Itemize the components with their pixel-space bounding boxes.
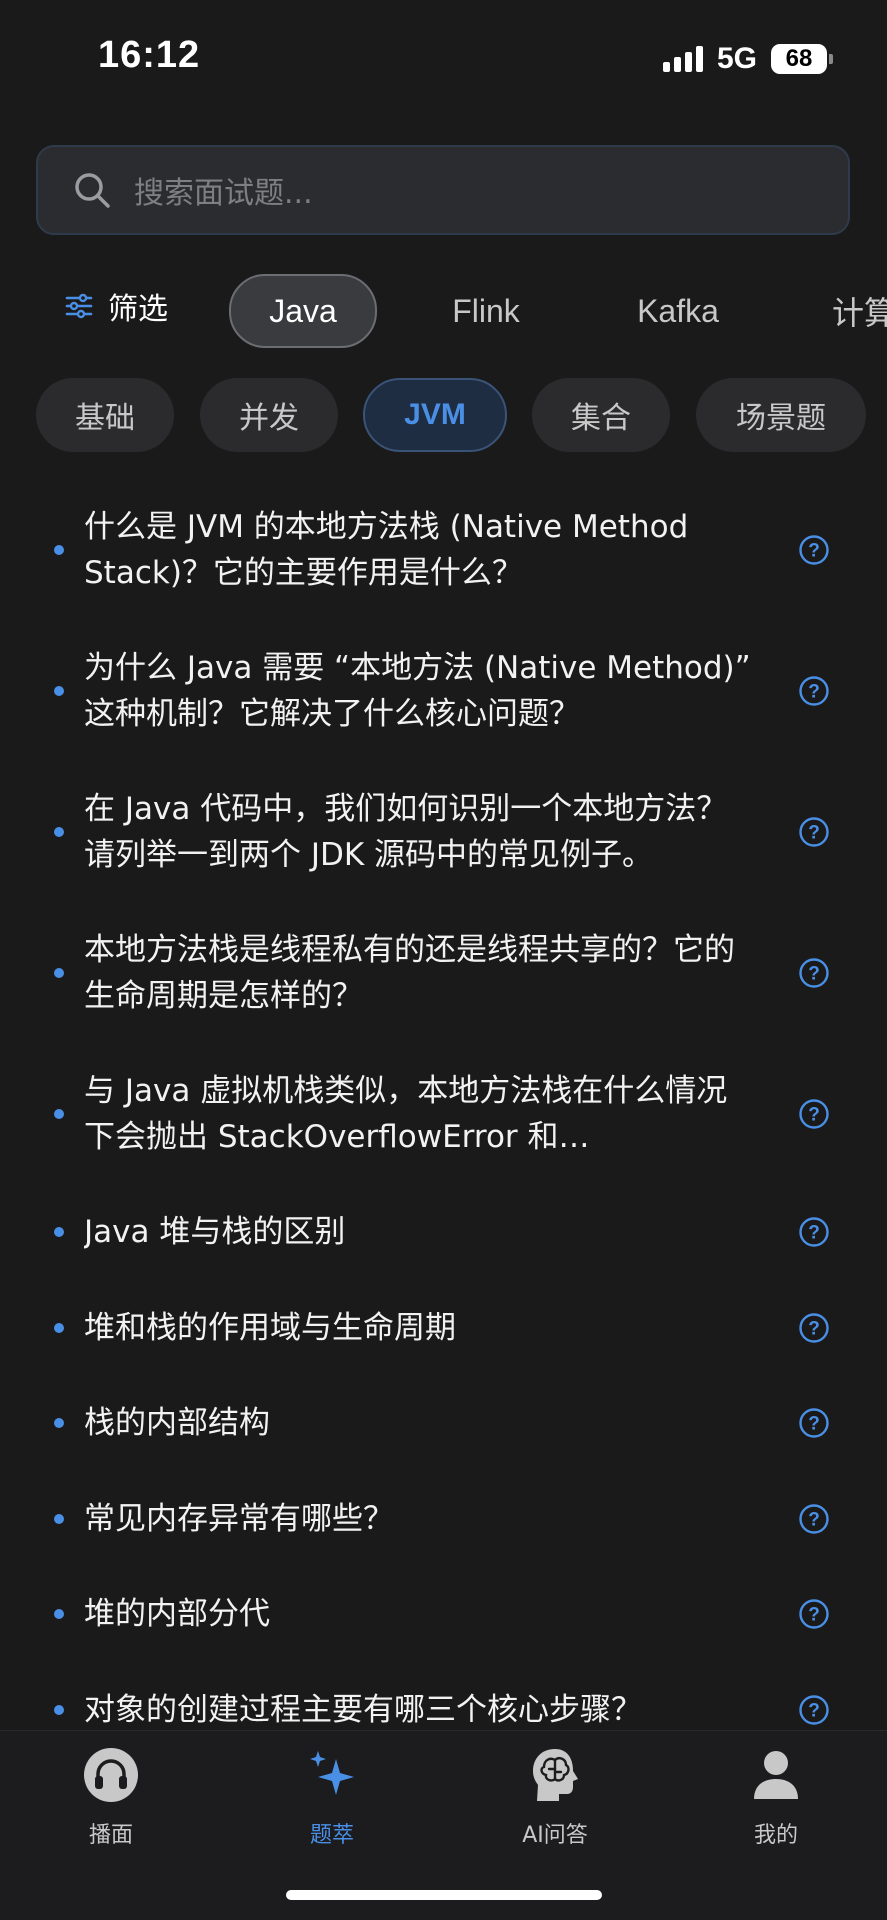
svg-text:?: ? xyxy=(808,1605,820,1626)
home-indicator[interactable] xyxy=(286,1890,602,1900)
subtab-concurrency[interactable]: 并发 xyxy=(200,378,338,452)
battery-icon: 68 xyxy=(771,44,833,74)
help-icon[interactable]: ? xyxy=(798,534,830,566)
nav-item-mine[interactable]: 我的 xyxy=(706,1745,846,1849)
bullet-dot xyxy=(54,1227,64,1237)
network-type: 5G xyxy=(716,42,757,75)
question-text: 对象的创建过程主要有哪三个核心步骤？ xyxy=(84,1692,642,1728)
nav-item-ticui[interactable]: 题萃 xyxy=(262,1745,402,1849)
question-text: 本地方法栈是线程私有的还是线程共享的？它的生命周期是怎样的？ xyxy=(84,932,735,1014)
bullet-dot xyxy=(54,686,64,696)
app-screen: 16:12 5G 68 搜索面试题... 筛选 Java Flink Kafka… xyxy=(0,0,887,1920)
filter-icon xyxy=(65,293,93,319)
bullet-dot xyxy=(54,968,64,978)
question-item[interactable]: 在 Java 代码中，我们如何识别一个本地方法？请列举一到两个 JDK 源码中的… xyxy=(0,786,887,878)
status-time: 16:12 xyxy=(98,34,201,76)
bullet-dot xyxy=(54,1323,64,1333)
svg-text:?: ? xyxy=(808,1510,820,1531)
bullet-dot xyxy=(54,1609,64,1619)
svg-text:?: ? xyxy=(808,1701,820,1722)
filter-label: 筛选 xyxy=(108,292,168,327)
question-text: 堆的内部分代 xyxy=(84,1596,270,1632)
help-icon[interactable]: ? xyxy=(798,675,830,707)
svg-text:?: ? xyxy=(808,1105,820,1126)
person-icon xyxy=(754,1751,798,1799)
help-icon[interactable]: ? xyxy=(798,1407,830,1439)
subcategory-tabs: 基础 并发 JVM 集合 场景题 xyxy=(0,378,887,454)
svg-text:?: ? xyxy=(808,1319,820,1340)
nav-label: 我的 xyxy=(753,1823,798,1848)
svg-text:?: ? xyxy=(808,541,820,562)
question-text: 栈的内部结构 xyxy=(84,1405,270,1441)
question-item[interactable]: 堆和栈的作用域与生命周期 ? xyxy=(0,1305,887,1351)
tab-kafka[interactable]: Kafka xyxy=(620,274,736,348)
question-text: 为什么 Java 需要 “本地方法 (Native Method)” 这种机制？… xyxy=(84,650,751,732)
filter-button[interactable]: 筛选 xyxy=(64,284,168,328)
question-item[interactable]: 与 Java 虚拟机栈类似，本地方法栈在什么情况下会抛出 StackOverfl… xyxy=(0,1068,887,1160)
tab-flink[interactable]: Flink xyxy=(428,274,544,348)
svg-text:?: ? xyxy=(808,1414,820,1435)
battery-level: 68 xyxy=(785,45,813,72)
question-text: 什么是 JVM 的本地方法栈 (Native Method Stack)？它的主… xyxy=(84,509,689,591)
question-item[interactable]: 栈的内部结构 ? xyxy=(0,1400,887,1446)
help-icon[interactable]: ? xyxy=(798,1098,830,1130)
bullet-dot xyxy=(54,545,64,555)
svg-text:?: ? xyxy=(808,1223,820,1244)
status-indicators: 5G 68 xyxy=(662,42,833,76)
svg-text:?: ? xyxy=(808,682,820,703)
bullet-dot xyxy=(54,1418,64,1428)
question-item[interactable]: 为什么 Java 需要 “本地方法 (Native Method)” 这种机制？… xyxy=(0,645,887,737)
help-icon[interactable]: ? xyxy=(798,1216,830,1248)
subtab-collections[interactable]: 集合 xyxy=(532,378,670,452)
nav-item-ai-qa[interactable]: AI问答 xyxy=(485,1745,625,1849)
bullet-dot xyxy=(54,1109,64,1119)
question-text: 堆和栈的作用域与生命周期 xyxy=(84,1310,456,1346)
svg-text:?: ? xyxy=(808,823,820,844)
headphones-icon xyxy=(84,1748,138,1802)
nav-label: 题萃 xyxy=(309,1823,354,1848)
help-icon[interactable]: ? xyxy=(798,1694,830,1726)
tab-compute[interactable]: 计算 xyxy=(832,274,887,348)
help-icon[interactable]: ? xyxy=(798,1598,830,1630)
subtab-scenarios[interactable]: 场景题 xyxy=(696,378,866,452)
help-icon[interactable]: ? xyxy=(798,816,830,848)
category-tabs: 筛选 Java Flink Kafka 计算 xyxy=(0,270,887,354)
bullet-dot xyxy=(54,1705,64,1715)
sparkle-icon xyxy=(310,1751,354,1795)
nav-item-bomian[interactable]: 播面 xyxy=(41,1745,181,1849)
status-bar: 16:12 5G 68 xyxy=(0,0,887,120)
nav-label: AI问答 xyxy=(522,1823,588,1848)
question-text: 在 Java 代码中，我们如何识别一个本地方法？请列举一到两个 JDK 源码中的… xyxy=(84,791,728,873)
question-text: 与 Java 虚拟机栈类似，本地方法栈在什么情况下会抛出 StackOverfl… xyxy=(84,1073,728,1155)
question-item[interactable]: 对象的创建过程主要有哪三个核心步骤？ ? xyxy=(0,1687,887,1733)
question-item[interactable]: 常见内存异常有哪些？ ? xyxy=(0,1496,887,1542)
question-text: 常见内存异常有哪些？ xyxy=(84,1501,394,1537)
svg-text:?: ? xyxy=(808,964,820,985)
signal-icon xyxy=(662,46,703,72)
bullet-dot xyxy=(54,827,64,837)
search-input[interactable]: 搜索面试题... xyxy=(36,145,850,235)
help-icon[interactable]: ? xyxy=(798,1312,830,1344)
question-text: Java 堆与栈的区别 xyxy=(84,1214,346,1250)
help-icon[interactable]: ? xyxy=(798,1503,830,1535)
help-icon[interactable]: ? xyxy=(798,957,830,989)
search-icon xyxy=(75,173,110,208)
question-item[interactable]: 堆的内部分代 ? xyxy=(0,1591,887,1637)
tab-java[interactable]: Java xyxy=(229,274,377,348)
question-item[interactable]: Java 堆与栈的区别 ? xyxy=(0,1209,887,1255)
search-placeholder: 搜索面试题... xyxy=(134,176,313,211)
question-item[interactable]: 本地方法栈是线程私有的还是线程共享的？它的生命周期是怎样的？ ? xyxy=(0,927,887,1019)
bullet-dot xyxy=(54,1514,64,1524)
subtab-basics[interactable]: 基础 xyxy=(36,378,174,452)
nav-label: 播面 xyxy=(88,1823,133,1848)
ai-brain-icon xyxy=(533,1749,578,1801)
subtab-jvm[interactable]: JVM xyxy=(363,378,507,452)
question-item[interactable]: 什么是 JVM 的本地方法栈 (Native Method Stack)？它的主… xyxy=(0,504,887,596)
